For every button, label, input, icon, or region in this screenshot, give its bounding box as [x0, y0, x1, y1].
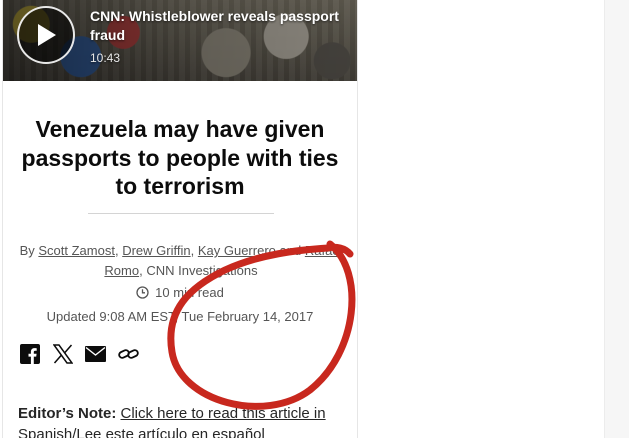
author-link[interactable]: Kay Guerrero — [198, 243, 276, 258]
facebook-icon — [19, 343, 40, 364]
article-headline: Venezuela may have given passports to pe… — [21, 116, 339, 199]
link-icon — [118, 348, 139, 359]
share-facebook-button[interactable] — [19, 343, 40, 364]
video-title[interactable]: CNN: Whistleblower reveals passport frau… — [90, 7, 340, 45]
article-card: CNN: Whistleblower reveals passport frau… — [2, 0, 358, 438]
byline-and: and — [279, 243, 302, 258]
video-duration: 10:43 — [90, 51, 121, 65]
author-link[interactable]: Drew Griffin — [122, 243, 190, 258]
byline-org: CNN Investigations — [146, 263, 258, 278]
share-link-button[interactable] — [118, 343, 139, 364]
byline-prefix: By — [19, 243, 35, 258]
x-icon — [52, 343, 73, 364]
read-time-text: 10 min read — [155, 285, 224, 300]
updated-timestamp: Updated 9:08 AM EST, Tue February 14, 20… — [46, 309, 314, 324]
email-icon — [85, 345, 106, 362]
headline-divider — [88, 213, 274, 214]
right-gutter — [604, 0, 629, 438]
video-player[interactable]: CNN: Whistleblower reveals passport frau… — [3, 0, 357, 81]
author-link[interactable]: Scott Zamost — [38, 243, 115, 258]
editors-note-label: Editor’s Note: — [18, 405, 117, 422]
share-bar — [19, 343, 139, 364]
share-x-button[interactable] — [52, 343, 73, 364]
byline: By Scott Zamost, Drew Griffin, Kay Guerr… — [19, 243, 343, 278]
play-button[interactable] — [17, 6, 75, 64]
share-email-button[interactable] — [85, 343, 106, 364]
play-icon — [38, 24, 56, 46]
read-time: 10 min read — [3, 285, 357, 300]
editors-note: Editor’s Note: Click here to read this a… — [18, 403, 352, 438]
clock-icon — [136, 286, 149, 299]
